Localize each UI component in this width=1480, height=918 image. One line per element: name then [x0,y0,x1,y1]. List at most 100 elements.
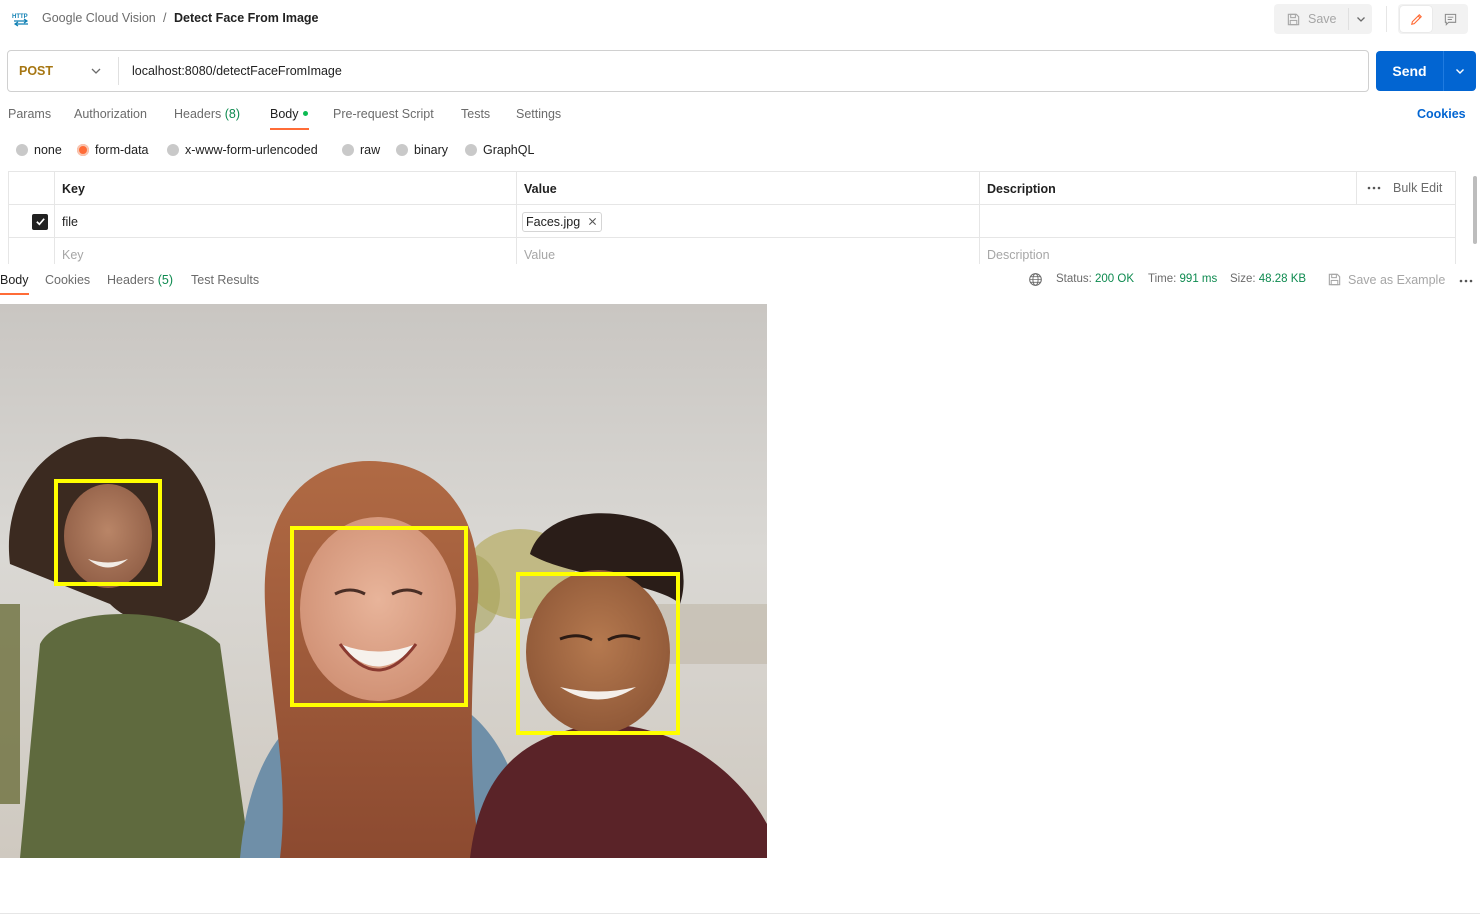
column-divider [54,172,55,264]
column-header-key: Key [62,181,85,196]
table-row-empty: Key Value Description [9,238,1455,264]
column-divider [516,172,517,264]
url-input[interactable] [132,51,1332,91]
tab-body-label: Body [270,107,299,121]
radio-form-data-label: form-data [95,143,149,157]
face-bounding-box [290,526,468,707]
response-tab-test-results[interactable]: Test Results [191,273,259,287]
radio-urlencoded[interactable]: x-www-form-urlencoded [167,143,318,157]
save-dropdown-button[interactable] [1349,4,1372,34]
radio-urlencoded-label: x-www-form-urlencoded [185,143,318,157]
radio-none-label: none [34,143,62,157]
svg-text:HTTP: HTTP [12,14,28,20]
file-chip: Faces.jpg [522,211,603,232]
new-description-input[interactable]: Description [979,238,1050,264]
radio-binary[interactable]: binary [396,143,448,157]
scrollbar-thumb[interactable] [1473,176,1477,244]
radio-raw[interactable]: raw [342,143,380,157]
row-enabled-checkbox[interactable] [32,213,48,230]
save-icon [1287,13,1300,25]
new-value-input[interactable]: Value [516,238,555,264]
comment-icon [1444,13,1456,26]
checkmark-icon [35,218,45,226]
radio-graphql[interactable]: GraphQL [465,143,534,157]
chevron-down-icon [91,68,101,74]
radio-raw-label: raw [360,143,381,157]
body-indicator-dot [302,111,308,117]
row-checkbox-cell [24,205,48,238]
file-name: Faces.jpg [526,214,581,229]
tab-headers[interactable]: Headers (8) [174,107,240,121]
save-icon [1328,273,1341,286]
cookies-link[interactable]: Cookies [1417,107,1466,121]
row-value-cell[interactable]: Faces.jpg [516,205,603,238]
active-tab-underline [0,293,29,295]
response-time[interactable]: Time: 991 ms [1148,273,1217,285]
send-dropdown-button[interactable] [1444,51,1476,91]
new-key-input[interactable]: Key [54,238,84,264]
response-tab-body[interactable]: Body [0,273,29,287]
send-group: Send [1376,51,1476,91]
response-tab-headers-label: Headers [107,273,155,287]
breadcrumb-separator: / [163,11,167,25]
response-tab-headers[interactable]: Headers (5) [107,273,173,287]
time-value: 991 ms [1179,273,1218,285]
bulk-edit-link[interactable]: Bulk Edit [1393,181,1442,195]
save-group: Save [1274,4,1372,34]
radio-circle [342,144,354,156]
edit-mode-button[interactable] [1400,6,1432,32]
response-tab-headers-count: (5) [157,273,174,287]
face-bounding-box [54,479,162,586]
request-tabs: Params Authorization Headers (8) Body Pr… [0,100,1480,132]
tab-tests[interactable]: Tests [461,107,490,121]
radio-circle [396,144,408,156]
column-divider [1356,172,1357,205]
save-as-example-button[interactable]: Save as Example [1327,272,1445,287]
save-label: Save [1308,12,1337,26]
chevron-down-icon [1356,17,1365,22]
column-divider [979,172,980,264]
chevron-down-icon [1456,69,1464,74]
send-button[interactable]: Send [1376,51,1443,91]
breadcrumb-collection[interactable]: Google Cloud Vision [42,11,156,25]
radio-none[interactable]: none [16,143,62,157]
save-as-example-label: Save as Example [1348,272,1446,287]
row-key-cell[interactable]: file [54,205,78,238]
status-label: Status: [1056,273,1092,285]
size-value: 48.28 KB [1258,273,1307,285]
tab-settings[interactable]: Settings [516,107,561,121]
column-header-description: Description [987,181,1056,196]
radio-form-data[interactable]: form-data [77,143,149,157]
tab-authorization[interactable]: Authorization [74,107,147,121]
url-bar: POST [7,50,1369,92]
radio-circle-selected [77,144,89,156]
response-status[interactable]: Status: 200 OK [1056,273,1134,285]
response-size[interactable]: Size: 48.28 KB [1230,273,1306,285]
comments-button[interactable] [1434,6,1466,32]
request-title[interactable]: Detect Face From Image [174,11,319,25]
remove-file-icon[interactable] [588,217,597,226]
radio-circle [465,144,477,156]
row-description-cell[interactable] [979,205,987,238]
pencil-icon [1410,13,1422,25]
column-header-value: Value [524,181,557,196]
more-options-icon[interactable] [1367,186,1381,190]
tab-params[interactable]: Params [8,107,51,121]
top-bar: HTTP Google Cloud Vision / Detect Face F… [0,0,1480,40]
tab-headers-count: (8) [224,107,241,121]
toolbar-divider [1386,6,1387,32]
time-label: Time: [1148,273,1177,285]
more-options-icon[interactable] [1459,279,1473,283]
tab-prerequest-script[interactable]: Pre-request Script [333,107,434,121]
tab-body[interactable]: Body [270,107,308,121]
status-bar-divider [0,913,1480,914]
response-tab-cookies[interactable]: Cookies [45,273,90,287]
response-tabs: Body Cookies Headers (5) Test Results St… [0,266,1480,296]
globe-icon[interactable] [1028,272,1043,287]
size-label: Size: [1230,273,1256,285]
url-divider [118,57,119,85]
radio-binary-label: binary [414,143,449,157]
radio-circle [16,144,28,156]
body-type-selector: none form-data x-www-form-urlencoded raw… [0,140,1480,162]
save-button[interactable]: Save [1274,4,1348,34]
